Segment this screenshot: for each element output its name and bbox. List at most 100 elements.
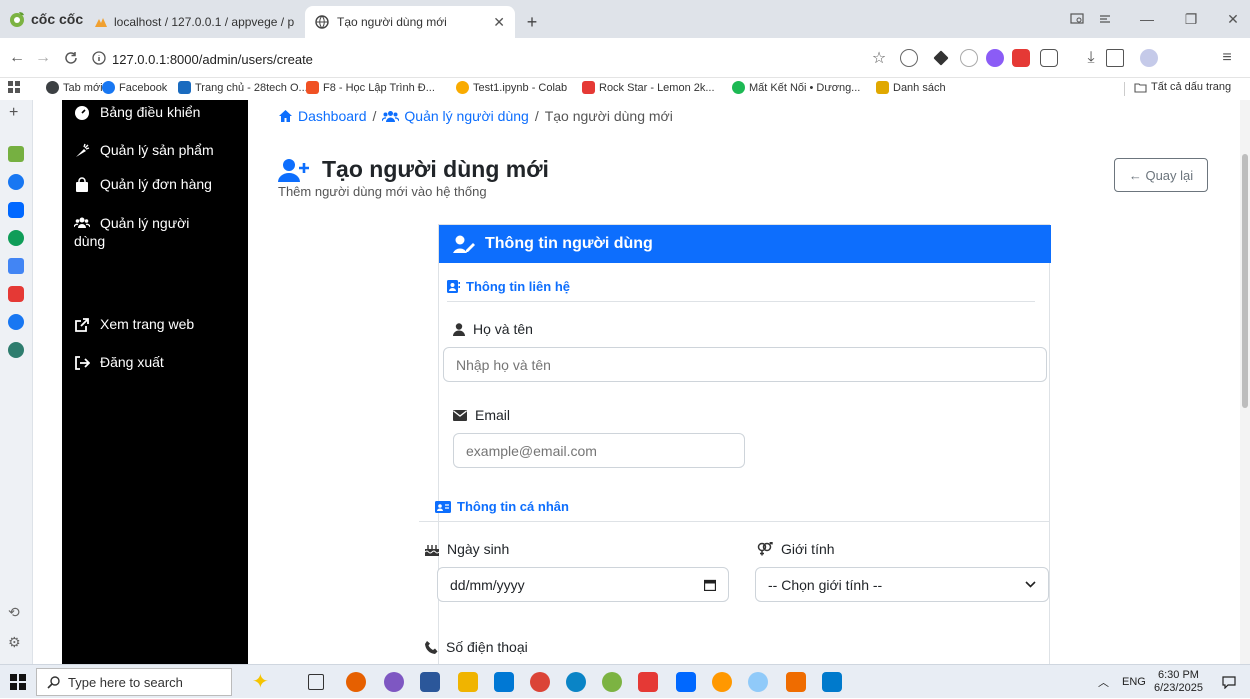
app-g-icon[interactable] — [786, 672, 806, 692]
back-nav-icon[interactable]: ← — [6, 47, 28, 69]
tab-search-icon[interactable] — [1062, 8, 1092, 30]
word-icon[interactable] — [420, 672, 440, 692]
paint-icon[interactable] — [748, 672, 768, 692]
site-info-icon[interactable] — [88, 47, 110, 69]
extensions-puzzle-icon[interactable] — [1040, 49, 1058, 67]
settings-gear-icon[interactable]: ⚙ — [8, 634, 21, 651]
birthday-cake-icon — [425, 544, 439, 556]
bookmark-item[interactable]: Rock Star - Lemon 2k... — [582, 81, 715, 94]
browser-logo[interactable]: cốc cốc — [8, 10, 83, 28]
tab-label: localhost / 127.0.0.1 / appvege / p — [114, 15, 295, 29]
taskbar-search-box[interactable]: Type here to search — [36, 668, 232, 696]
add-app-icon[interactable]: + — [9, 104, 18, 122]
edge-icon[interactable] — [566, 672, 586, 692]
bookmark-item[interactable]: Facebook — [102, 81, 167, 94]
sidebar-item-dashboard[interactable]: Bảng điều khiển — [74, 104, 200, 121]
extension-red-icon[interactable] — [1012, 49, 1030, 67]
language-indicator[interactable]: ENG — [1122, 665, 1146, 699]
split-view-icon[interactable] — [1106, 49, 1124, 67]
profile-avatar[interactable] — [1140, 49, 1158, 67]
menu-icon[interactable]: ≡ — [1216, 47, 1238, 69]
gender-selected-value: -- Chọn giới tính -- — [768, 576, 883, 593]
new-tab-button[interactable]: + — [520, 6, 544, 38]
bookmark-item[interactable]: Danh sách — [876, 81, 946, 94]
page-subtitle: Thêm người dùng mới vào hệ thống — [278, 184, 487, 199]
fullname-input[interactable] — [443, 347, 1047, 382]
page-scrollbar[interactable] — [1240, 100, 1250, 664]
file-explorer-icon[interactable] — [458, 672, 478, 692]
youtube-icon[interactable] — [8, 286, 24, 302]
bookmark-star-icon[interactable]: ☆ — [868, 47, 890, 69]
notifications-icon[interactable] — [1222, 665, 1236, 699]
sidebar-item-view-site[interactable]: Xem trang web — [74, 316, 194, 333]
forward-nav-icon[interactable]: → — [32, 47, 54, 69]
tab-close-icon[interactable]: ✕ — [493, 14, 505, 31]
facebook-icon[interactable] — [8, 314, 24, 330]
breadcrumb-dashboard-link[interactable]: Dashboard — [278, 108, 367, 124]
translate-icon[interactable] — [8, 258, 24, 274]
tab-create-user[interactable]: Tạo người dùng mới ✕ — [305, 6, 515, 38]
restore-icon[interactable]: ❐ — [1176, 8, 1206, 30]
sidebar-item-products[interactable]: Quản lý sản phẩm — [74, 142, 214, 159]
eyedropper-icon[interactable] — [933, 50, 949, 66]
bookmark-label: Test1.ipynb - Colab — [473, 81, 568, 94]
bookmark-item[interactable]: Tab mới — [46, 81, 103, 94]
compass-icon[interactable] — [960, 49, 978, 67]
vscode-icon[interactable] — [822, 672, 842, 692]
app-red-icon[interactable] — [638, 672, 658, 692]
tray-chevron-icon[interactable]: ︿ — [1098, 665, 1109, 699]
app-colorful-icon[interactable] — [384, 672, 404, 692]
messenger-icon[interactable] — [8, 174, 24, 190]
reload-icon[interactable] — [60, 47, 82, 69]
bookmark-label: Mất Kết Nối • Dương... — [749, 81, 861, 94]
sparkle-widget-icon[interactable]: ✦ — [252, 669, 269, 694]
history-icon[interactable]: ⟲ — [8, 604, 20, 621]
download-icon[interactable]: ⤓ — [1080, 47, 1102, 69]
bookmark-item[interactable]: F8 - Học Lập Trình Đ... — [306, 81, 435, 94]
apps-grid-icon[interactable] — [8, 81, 20, 93]
address-bar[interactable]: 127.0.0.1:8000/admin/users/create — [112, 47, 872, 71]
bookmark-item[interactable]: Test1.ipynb - Colab — [456, 81, 567, 94]
section-title: Thông tin liên hệ — [466, 279, 570, 294]
email-input[interactable] — [453, 433, 745, 468]
breadcrumb-users-link[interactable]: Quản lý người dùng — [382, 108, 529, 124]
scrollbar-thumb[interactable] — [1242, 154, 1248, 408]
back-button[interactable]: ← Quay lại — [1114, 158, 1208, 192]
bookmark-divider — [1124, 82, 1125, 96]
bookmark-item[interactable]: Trang chủ - 28tech O... — [178, 81, 308, 94]
extension-purple-icon[interactable] — [986, 49, 1004, 67]
gender-label: Giới tính — [757, 541, 835, 557]
minimize-icon[interactable]: — — [1132, 8, 1162, 30]
sidebar-item-label-continued: dùng — [74, 233, 106, 249]
coccoc-icon[interactable] — [602, 672, 622, 692]
task-view-icon[interactable] — [308, 674, 324, 690]
clock[interactable]: 6:30 PM 6/23/2025 — [1154, 665, 1203, 699]
email-label: Email — [453, 407, 510, 423]
sidebar-item-label: Đăng xuất — [100, 354, 164, 370]
calendar-icon[interactable] — [704, 579, 716, 591]
gender-select[interactable]: -- Chọn giới tính -- — [755, 567, 1049, 602]
sidebar-item-orders[interactable]: Quản lý đơn hàng — [74, 176, 212, 193]
close-window-icon[interactable]: ✕ — [1218, 8, 1248, 30]
sidebar-toggle-icon[interactable] — [1090, 8, 1120, 30]
carrot-icon — [76, 143, 90, 157]
ai-assistant-icon[interactable] — [8, 146, 24, 162]
firefox-icon[interactable] — [346, 672, 366, 692]
zalo-icon[interactable] — [676, 672, 696, 692]
store-icon[interactable] — [494, 672, 514, 692]
sidebar-item-logout[interactable]: Đăng xuất — [74, 354, 164, 371]
shield-icon[interactable] — [900, 49, 918, 67]
sidebar-item-users[interactable]: Quản lý người dùng — [74, 214, 189, 249]
bookmark-item[interactable]: Mất Kết Nối • Dương... — [732, 81, 860, 94]
bookmark-label: Rock Star - Lemon 2k... — [599, 81, 715, 94]
game-icon[interactable] — [8, 230, 24, 246]
chrome-icon[interactable] — [530, 672, 550, 692]
app-orange-icon[interactable] — [712, 672, 732, 692]
tab-phpmyadmin[interactable]: localhost / 127.0.0.1 / appvege / p — [84, 6, 304, 38]
breadcrumb-separator: / — [372, 108, 377, 124]
all-bookmarks-button[interactable]: Tất cả dấu trang — [1134, 81, 1231, 93]
zalo-icon[interactable] — [8, 202, 24, 218]
profile-d-icon[interactable] — [8, 342, 24, 358]
dob-date-input[interactable]: dd/mm/yyyy — [437, 567, 729, 602]
windows-start-icon[interactable] — [10, 674, 26, 690]
